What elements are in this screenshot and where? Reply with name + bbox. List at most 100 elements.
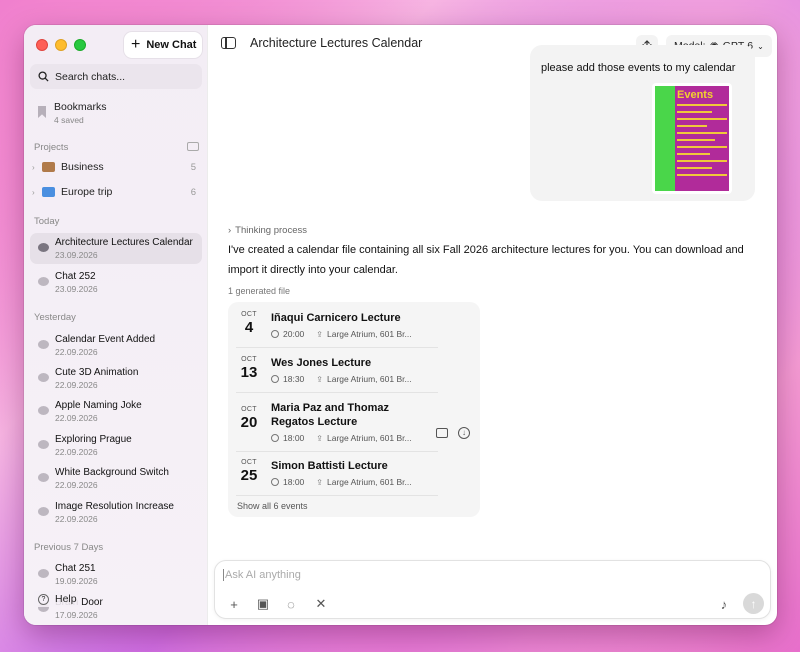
today-heading: Today [34,216,60,227]
chat-bubble-icon [38,277,49,286]
chat-title: White Background Switch [55,467,169,478]
thinking-label: Thinking process [235,225,307,236]
divider [236,347,438,348]
chat-bubble-icon [38,569,49,578]
generated-file-label: 1 generated file [228,286,291,296]
event-month: OCT [241,356,257,363]
zoom-window-button[interactable] [74,39,86,51]
clock-icon [271,434,279,442]
microphone-icon[interactable]: ♪ [715,595,733,613]
add-attachment-icon[interactable]: + [225,595,243,613]
chat-item[interactable]: Cute 3D Animation 22.09.2026 [30,363,202,394]
divider [236,495,438,496]
close-window-button[interactable] [36,39,48,51]
event-name: Wes Jones Lecture [271,357,372,369]
chat-item[interactable]: Chat 251 19.09.2026 [30,559,202,590]
help-icon: ? [38,593,49,605]
sidebar-toggle-icon[interactable] [221,37,236,49]
chat-title: Chat 252 [55,271,96,282]
chat-item[interactable]: Calendar Event Added 22.09.2026 [30,330,202,361]
help-button[interactable]: ? Help [34,591,81,607]
chat-date: 23.09.2026 [55,284,98,294]
send-button[interactable]: ↑ [743,593,764,614]
chat-title: Image Resolution Increase [55,501,174,512]
tools-icon[interactable]: ✕ [312,595,330,613]
chevron-right-icon: › [32,187,35,197]
bookmarks-count: 4 saved [54,115,84,125]
chat-date: 22.09.2026 [55,447,98,457]
chevron-right-icon: › [228,225,232,236]
user-message-text: please add those events to my calendar [541,62,736,74]
event-name: Maria Paz and Thomaz Regatos Lecture [271,402,389,428]
new-chat-button[interactable]: + New Chat [124,32,202,58]
chat-title: Architecture Lectures Calendar [55,237,193,248]
add-to-calendar-icon[interactable] [436,428,448,438]
new-chat-label: New Chat [146,39,197,51]
chat-item[interactable]: White Background Switch 22.09.2026 [30,463,202,494]
chevron-down-icon: ⌄ [757,41,764,51]
chat-title: Chat 251 [55,563,96,574]
chat-date: 23.09.2026 [55,250,98,260]
chat-date: 17.09.2026 [55,610,98,620]
lightbulb-icon[interactable]: ◌ [282,595,300,613]
project-name: Business [61,161,104,173]
event-time: 20:00 [283,329,305,339]
chat-bubble-icon [38,440,49,449]
chat-item[interactable]: Architecture Lectures Calendar 23.09.2026 [30,233,202,264]
location-icon: ⇪ [316,433,323,443]
divider [236,392,438,393]
event-time: 18:00 [283,477,305,487]
app-window: + New Chat Search chats... Bookmarks 4 s… [24,25,777,625]
new-folder-icon[interactable] [187,142,199,151]
folder-icon [42,187,55,197]
search-icon [38,71,49,82]
user-message-bubble: please add those events to my calendar E… [530,45,755,201]
project-name: Europe trip [61,186,113,198]
bookmarks-item[interactable]: Bookmarks 4 saved [38,101,107,125]
minimize-window-button[interactable] [55,39,67,51]
chat-date: 22.09.2026 [55,347,98,357]
location-icon: ⇪ [316,477,323,487]
event-location: Large Atrium, 601 Br... [326,433,412,443]
chat-item[interactable]: Chat 252 23.09.2026 [30,267,202,298]
chat-item[interactable]: Image Resolution Increase 22.09.2026 [30,497,202,528]
event-poster-image[interactable]: Events [652,83,732,194]
chat-title: Apple Naming Joke [55,400,142,411]
search-placeholder: Search chats... [55,70,126,83]
event-time: 18:00 [283,433,305,443]
project-count: 5 [190,161,196,173]
chat-item[interactable]: Apple Naming Joke 22.09.2026 [30,396,202,427]
event-day: 25 [240,467,258,484]
event-day: 20 [240,414,258,431]
chat-date: 22.09.2026 [55,480,98,490]
chat-bubble-icon [38,507,49,516]
composer: + ▣ ◌ ✕ ♪ ↑ [214,560,771,619]
chat-title: Cute 3D Animation [55,367,139,378]
yesterday-heading: Yesterday [34,312,76,323]
event-location: Large Atrium, 601 Br... [326,374,412,384]
project-item-business[interactable]: › Business 5 [32,158,196,176]
event-month: OCT [241,311,257,318]
chat-date: 22.09.2026 [55,514,98,524]
download-icon[interactable]: ↓ [458,427,470,439]
projects-heading: Projects [34,142,69,153]
project-item-europe-trip[interactable]: › Europe trip 6 [32,183,196,201]
thinking-process-toggle[interactable]: › Thinking process [228,225,307,236]
event-name: Iñaqui Carnicero Lecture [271,312,401,324]
prompt-input[interactable] [223,569,723,581]
search-chats-field[interactable]: Search chats... [30,64,202,89]
help-label: Help [55,593,77,605]
image-gallery-icon[interactable]: ▣ [254,595,272,613]
chat-item[interactable]: Exploring Prague 22.09.2026 [30,430,202,461]
bookmark-icon [38,106,46,118]
show-all-events-link[interactable]: Show all 6 events [237,501,308,511]
divider [236,451,438,452]
event-name: Simon Battisti Lecture [271,460,388,472]
location-icon: ⇪ [316,374,323,384]
window-controls [36,39,86,51]
chat-title: Calendar Event Added [55,334,156,345]
chat-date: 22.09.2026 [55,380,98,390]
project-count: 6 [190,186,196,198]
briefcase-icon [42,162,55,172]
calendar-file-card[interactable]: OCT 4 Iñaqui Carnicero Lecture 20:00 ⇪ Larg… [228,302,480,517]
